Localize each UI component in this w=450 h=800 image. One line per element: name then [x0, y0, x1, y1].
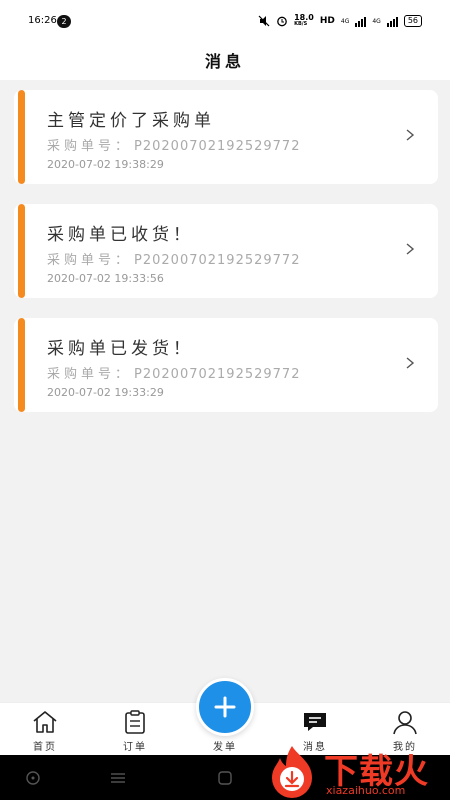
battery-icon: 56: [403, 15, 422, 27]
add-order-button[interactable]: [196, 678, 254, 736]
message-card[interactable]: 采购单已发货！ 采购单号： P20200702192529772 2020-07-…: [14, 318, 438, 412]
tab-label: 首页: [33, 742, 57, 753]
tab-home[interactable]: 首页: [0, 703, 90, 756]
network-2: 4G: [372, 17, 381, 25]
status-time: 16:26: [28, 15, 57, 26]
message-time: 2020-07-02 19:33:29: [47, 386, 164, 399]
status-bar: 16:26 2 18.0 KB/S HD 4G 4G 56: [0, 0, 450, 40]
accent-bar: [18, 318, 25, 412]
signal-icon: [355, 16, 367, 27]
home-square-icon[interactable]: [216, 769, 234, 787]
alarm-icon: [277, 16, 287, 27]
message-time: 2020-07-02 19:33:56: [47, 272, 164, 285]
menu-icon[interactable]: [109, 769, 127, 787]
signal-icon-2: [386, 16, 398, 27]
page-header: 消息: [0, 40, 450, 80]
accent-bar: [18, 90, 25, 184]
chevron-right-icon: [406, 357, 415, 369]
mute-icon: [258, 15, 270, 27]
message-card[interactable]: 主管定价了采购单 采购单号： P20200702192529772 2020-07…: [14, 90, 438, 184]
message-title: 主管定价了采购单: [47, 111, 215, 131]
message-icon: [304, 713, 326, 731]
status-icons: 18.0 KB/S HD 4G 4G 56: [258, 14, 422, 28]
chevron-right-icon: [406, 243, 415, 255]
order-number: 采购单号： P20200702192529772: [47, 253, 301, 268]
order-number: 采购单号： P20200702192529772: [47, 139, 301, 154]
tab-label: 发单: [213, 742, 237, 753]
watermark-logo: 下载火 xiazaihuo.com: [262, 742, 450, 800]
flame-logo-icon: [272, 746, 312, 798]
clipboard-icon: [125, 710, 145, 734]
network-1: 4G: [340, 17, 350, 25]
notification-badge: 2: [57, 15, 71, 28]
message-time: 2020-07-02 19:38:29: [47, 158, 164, 171]
message-title: 采购单已收货！: [47, 225, 194, 245]
page-title: 消息: [204, 52, 245, 71]
message-title: 采购单已发货！: [47, 339, 194, 359]
tab-label: 订单: [123, 742, 147, 753]
message-card[interactable]: 采购单已收货！ 采购单号： P20200702192529772 2020-07-…: [14, 204, 438, 298]
accent-bar: [18, 204, 25, 298]
hd-label: HD: [319, 16, 335, 26]
watermark-url: xiazaihuo.com: [326, 784, 406, 797]
home-icon: [33, 711, 57, 733]
chevron-right-icon: [406, 129, 415, 141]
plus-icon: [214, 696, 236, 718]
order-number: 采购单号： P20200702192529772: [47, 367, 301, 382]
user-icon: [393, 711, 417, 735]
net-speed: 18.0 KB/S: [294, 13, 314, 28]
assistant-icon[interactable]: [24, 769, 42, 787]
tab-orders[interactable]: 订单: [90, 703, 180, 756]
